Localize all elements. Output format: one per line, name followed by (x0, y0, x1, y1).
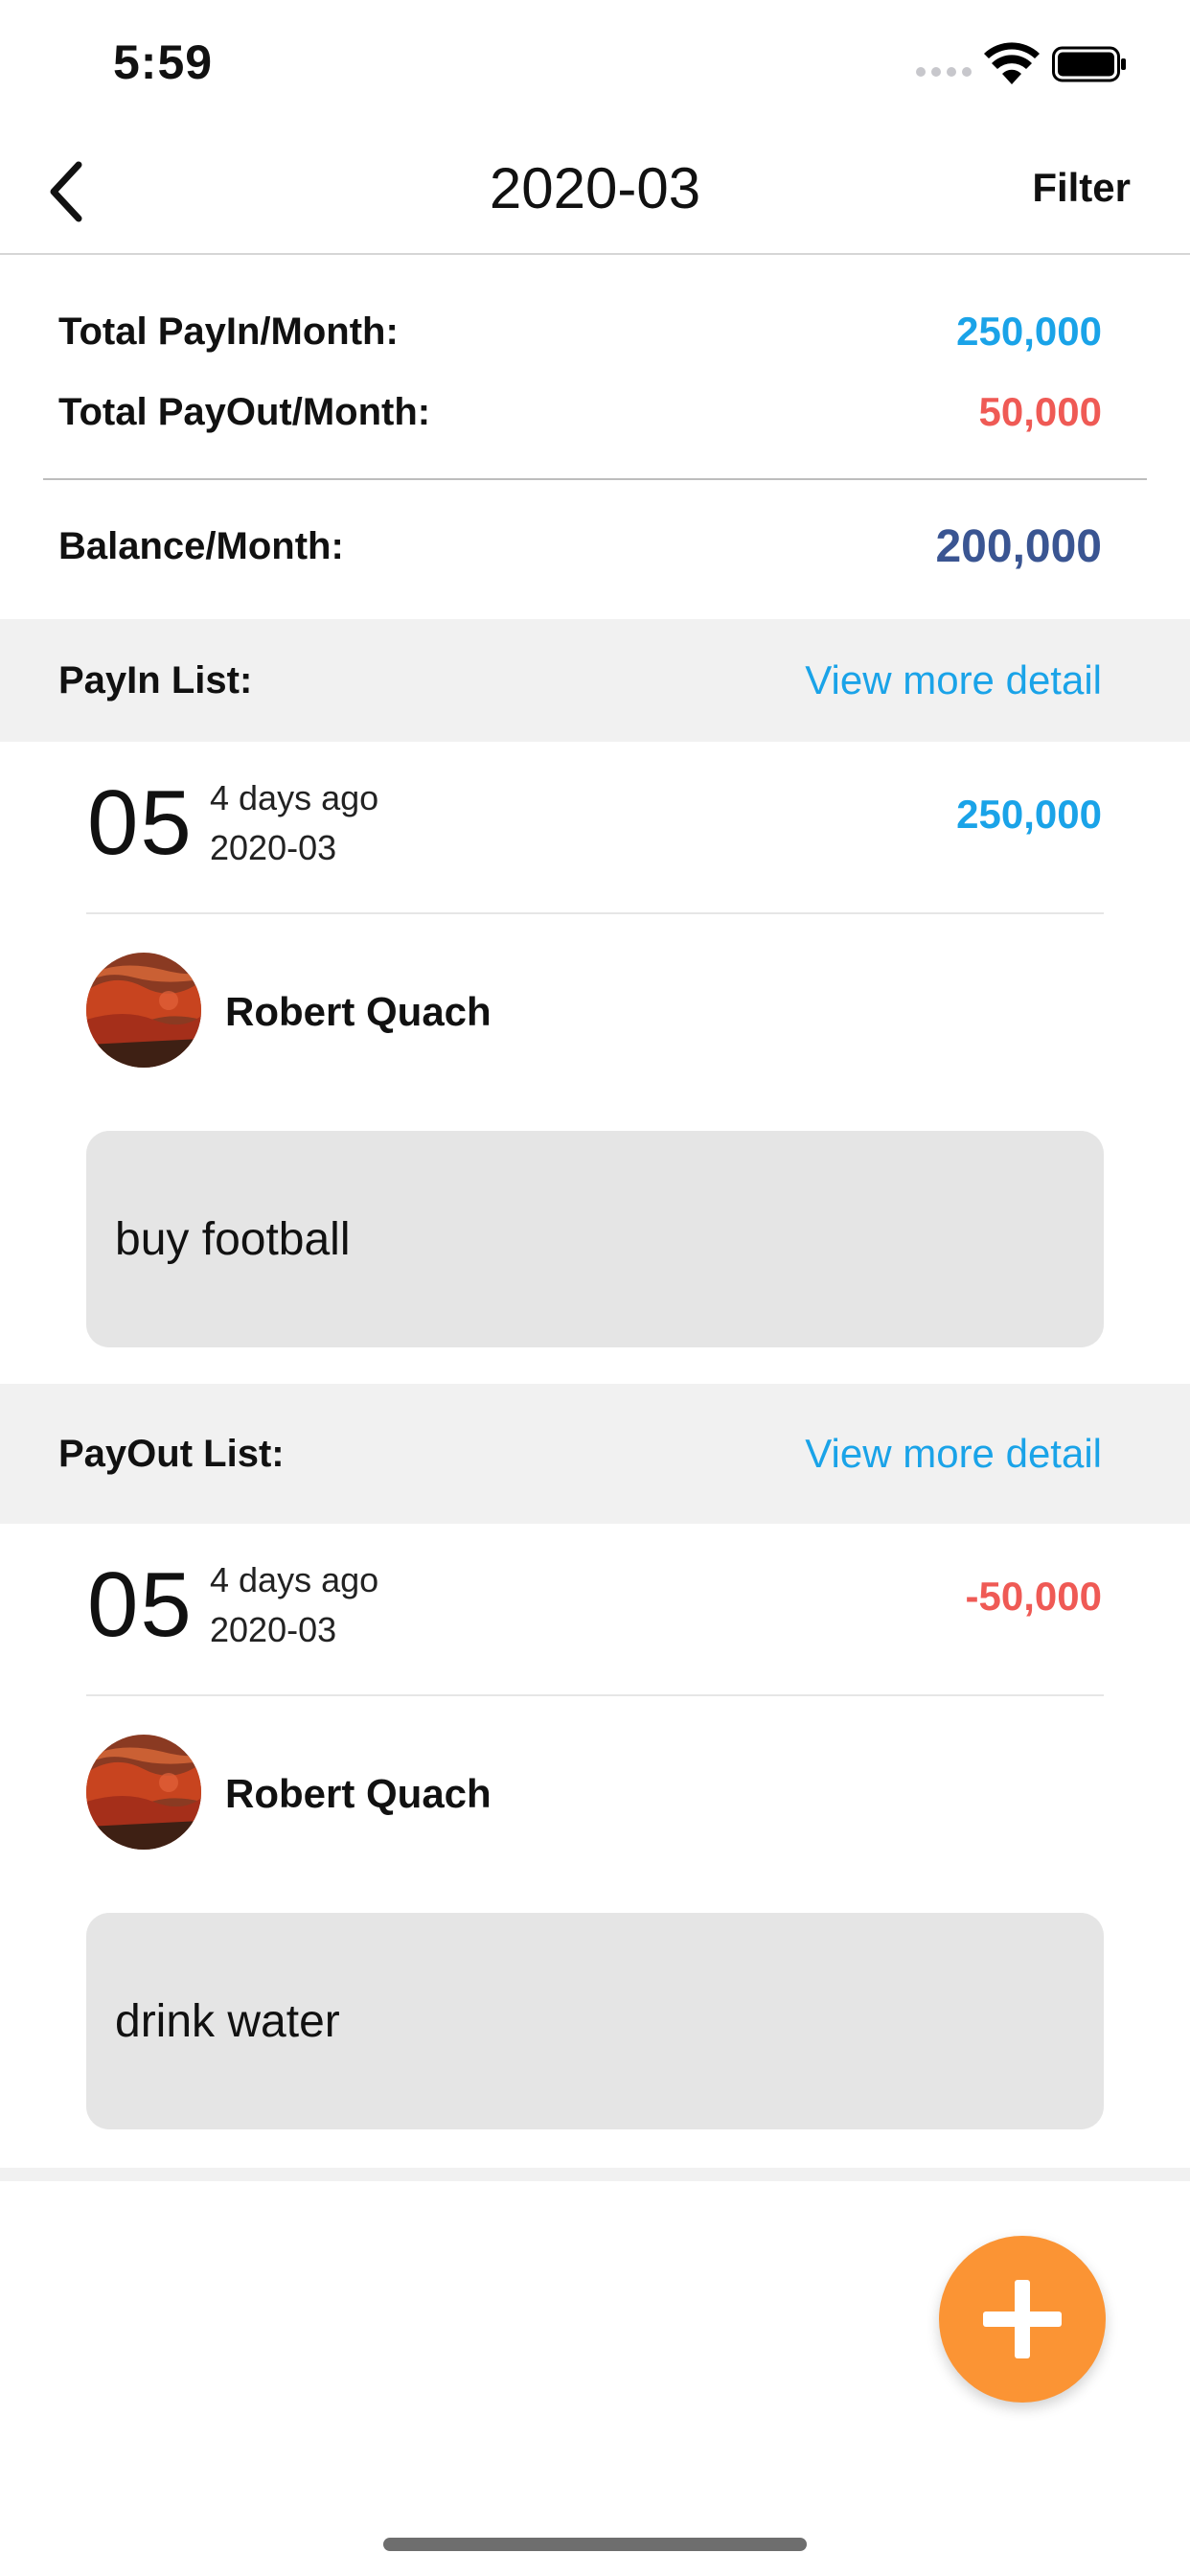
payout-view-more-link[interactable]: View more detail (805, 1431, 1102, 1477)
entry-note: buy football (86, 1131, 1104, 1347)
entry-note: drink water (86, 1913, 1104, 2129)
payin-section-header: PayIn List: View more detail (0, 619, 1190, 742)
summary-payin-value: 250,000 (956, 309, 1102, 354)
payin-entry[interactable]: 05 4 days ago 2020-03 250,000 Robert Qua… (0, 742, 1190, 1384)
payin-section-title: PayIn List: (58, 658, 253, 702)
list-bottom-divider (0, 2168, 1190, 2181)
payout-section-header: PayOut List: View more detail (0, 1384, 1190, 1524)
summary-balance-row: Balance/Month: 200,000 (58, 520, 1102, 573)
summary-payout-value: 50,000 (978, 389, 1102, 434)
wifi-icon (984, 42, 1040, 84)
summary-payin-row: Total PayIn/Month: 250,000 (58, 309, 1102, 355)
home-indicator[interactable] (383, 2538, 807, 2551)
summary-balance-value: 200,000 (935, 521, 1102, 572)
avatar (86, 953, 201, 1068)
entry-divider (86, 1694, 1104, 1696)
payout-section-title: PayOut List: (58, 1432, 285, 1475)
summary-balance-label: Balance/Month: (58, 525, 344, 567)
entry-amount: -50,000 (965, 1574, 1102, 1619)
summary-payout-label: Total PayOut/Month: (58, 390, 431, 433)
summary-payin-label: Total PayIn/Month: (58, 310, 399, 353)
entry-person-name: Robert Quach (225, 989, 492, 1034)
entry-day: 05 (87, 1553, 194, 1656)
plus-icon (983, 2280, 1062, 2358)
entry-day: 05 (87, 771, 194, 874)
battery-icon (1052, 46, 1126, 82)
entry-date: 2020-03 (210, 828, 337, 867)
payout-entry[interactable]: 05 4 days ago 2020-03 -50,000 Robert Qua… (0, 1524, 1190, 2168)
status-time: 5:59 (113, 35, 214, 89)
add-button[interactable] (939, 2236, 1106, 2403)
status-bar: 5:59 (0, 0, 1190, 134)
entry-amount: 250,000 (956, 792, 1102, 837)
page-title: 2020-03 (489, 156, 701, 220)
filter-button[interactable]: Filter (1032, 165, 1131, 211)
entry-divider (86, 912, 1104, 914)
entry-date: 2020-03 (210, 1610, 337, 1649)
cellular-signal-icon (916, 67, 972, 77)
summary-payout-row: Total PayOut/Month: 50,000 (58, 389, 1102, 435)
nav-bar: 2020-03 Filter (0, 134, 1190, 255)
entry-relative-time: 4 days ago (210, 778, 379, 817)
entry-person-name: Robert Quach (225, 1771, 492, 1816)
payin-view-more-link[interactable]: View more detail (805, 657, 1102, 703)
avatar (86, 1735, 201, 1850)
entry-relative-time: 4 days ago (210, 1560, 379, 1599)
summary-divider (43, 478, 1147, 480)
